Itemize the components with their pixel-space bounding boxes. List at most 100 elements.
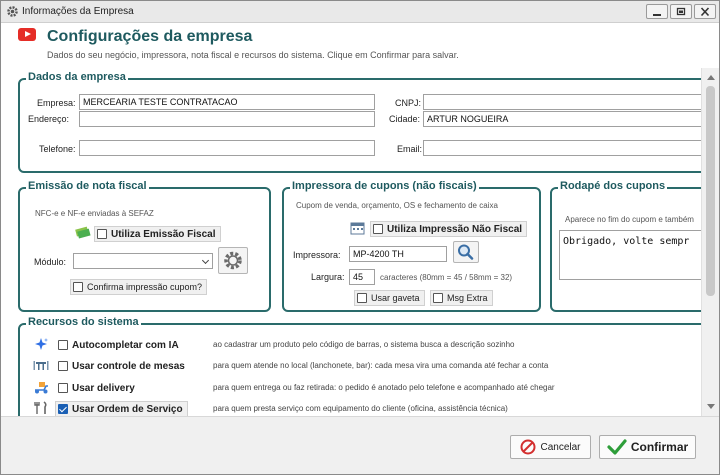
maximize-icon: [676, 7, 686, 16]
feature-checkbox-box[interactable]: [58, 404, 68, 414]
receipt-footer-textarea[interactable]: Obrigado, volte sempr: [559, 230, 719, 280]
feature-row[interactable]: Usar delivery: [55, 380, 140, 396]
confirm-button-label: Confirmar: [630, 440, 689, 454]
video-play-icon[interactable]: [18, 28, 36, 41]
feature-description: ao cadastrar um produto pelo código de b…: [213, 340, 515, 349]
calendar-icon: [350, 222, 365, 235]
minimize-button[interactable]: [646, 4, 668, 19]
company-name-label: Empresa:: [37, 98, 76, 108]
address-field[interactable]: [79, 111, 375, 127]
non-fiscal-print-checkbox-box[interactable]: [373, 224, 383, 234]
non-fiscal-print-checkbox[interactable]: Utiliza Impressão Não Fiscal: [370, 221, 528, 237]
tools-icon: [34, 401, 47, 414]
scroll-thumb[interactable]: [706, 86, 715, 296]
address-label: Endereço:: [28, 114, 70, 124]
feature-checkbox-box[interactable]: [58, 340, 68, 350]
feature-description: para quem atende no local (lanchonete, b…: [213, 361, 549, 370]
receipt-printer-legend: Impressora de cupons (não fiscais): [290, 180, 479, 192]
feature-description: para quem entrega ou faz retirada: o ped…: [213, 383, 555, 392]
module-select[interactable]: [73, 253, 213, 269]
scroll-up-icon[interactable]: [707, 75, 715, 80]
settings-content: Dados da empresa Empresa: MERCEARIA TEST…: [1, 68, 719, 433]
checkmark-icon: [607, 439, 627, 455]
gear-icon: [7, 6, 18, 17]
gear-icon: [224, 251, 242, 270]
cnpj-label: CNPJ:: [395, 98, 422, 108]
city-field[interactable]: ARTUR NOGUEIRA: [423, 111, 713, 127]
width-label: Largura:: [311, 272, 345, 282]
dialog-window: Informações da Empresa Configurações da …: [0, 0, 720, 475]
cash-drawer-checkbox-label: Usar gaveta: [371, 293, 420, 303]
cash-drawer-checkbox[interactable]: Usar gaveta: [354, 290, 425, 306]
width-field[interactable]: 45: [349, 269, 375, 285]
fiscal-emission-checkbox-label: Utiliza Emissão Fiscal: [111, 228, 216, 240]
vertical-scrollbar[interactable]: [701, 68, 719, 416]
extra-message-checkbox-box[interactable]: [433, 293, 443, 303]
feature-label: Autocompletar com IA: [72, 339, 179, 351]
close-button[interactable]: [694, 4, 716, 19]
confirm-print-checkbox[interactable]: Confirma impressão cupom?: [70, 279, 208, 295]
window-title: Informações da Empresa: [22, 6, 134, 17]
company-data-legend: Dados da empresa: [26, 71, 128, 83]
extra-message-checkbox[interactable]: Msg Extra: [430, 290, 493, 306]
scroll-down-icon[interactable]: [707, 404, 715, 409]
receipt-printer-group: Impressora de cupons (não fiscais) Cupom…: [282, 180, 541, 312]
fiscal-emission-checkbox[interactable]: Utiliza Emissão Fiscal: [94, 226, 221, 242]
width-hint: caracteres (80mm = 45 / 58mm = 32): [380, 273, 513, 282]
table-icon: [33, 361, 49, 370]
printer-label: Impressora:: [293, 250, 341, 260]
module-settings-button[interactable]: [218, 247, 248, 274]
search-icon: [458, 244, 474, 260]
system-features-legend: Recursos do sistema: [26, 316, 141, 328]
title-bar[interactable]: Informações da Empresa: [1, 1, 719, 23]
page-title: Configurações da empresa: [47, 28, 253, 45]
maximize-button[interactable]: [670, 4, 692, 19]
city-label: Cidade:: [389, 114, 421, 124]
close-icon: [700, 7, 710, 17]
receipt-footer-hint: Aparece no fim do cupom e também: [565, 215, 694, 224]
feature-row[interactable]: Autocompletar com IA: [55, 337, 184, 353]
cancel-button-label: Cancelar: [540, 441, 581, 453]
email-label: Email:: [397, 144, 423, 154]
feature-label: Usar delivery: [72, 382, 135, 394]
feature-label: Usar controle de mesas: [72, 360, 185, 372]
printer-search-button[interactable]: [453, 241, 479, 263]
company-data-group: Dados da empresa Empresa: MERCEARIA TEST…: [18, 71, 718, 173]
feature-row[interactable]: Usar Ordem de Serviço: [55, 401, 188, 417]
feature-description: para quem presta serviço com equipamento…: [213, 404, 508, 413]
phone-label: Telefone:: [39, 144, 76, 154]
confirm-button[interactable]: Confirmar: [599, 435, 696, 459]
feature-label: Usar Ordem de Serviço: [72, 403, 183, 415]
module-label: Módulo:: [34, 257, 67, 267]
non-fiscal-print-checkbox-label: Utiliza Impressão Não Fiscal: [387, 223, 523, 235]
fiscal-emission-legend: Emissão de nota fiscal: [26, 180, 149, 192]
company-name-field[interactable]: MERCEARIA TESTE CONTRATACAO: [79, 94, 375, 110]
feature-checkbox-box[interactable]: [58, 361, 68, 371]
receipt-footer-legend: Rodapé dos cupons: [558, 180, 668, 192]
printer-field[interactable]: MP-4200 TH: [349, 246, 447, 262]
page-subtitle: Dados do seu negócio, impressora, nota f…: [47, 50, 459, 60]
dialog-footer: Cancelar Confirmar: [1, 416, 719, 474]
page-header: Configurações da empresa Dados do seu ne…: [1, 23, 719, 68]
feature-row[interactable]: Usar controle de mesas: [55, 358, 190, 374]
fiscal-emission-checkbox-box[interactable]: [97, 229, 107, 239]
email-field[interactable]: [423, 140, 713, 156]
receipt-footer-group: Rodapé dos cupons Aparece no fim do cupo…: [550, 180, 719, 312]
phone-field[interactable]: [79, 140, 375, 156]
sparkle-icon: [35, 338, 48, 350]
minimize-icon: [653, 14, 661, 16]
confirm-print-checkbox-box[interactable]: [73, 282, 83, 292]
cancel-icon: [520, 439, 536, 455]
printer-hint: Cupom de venda, orçamento, OS e fechamen…: [296, 201, 498, 210]
confirm-print-checkbox-label: Confirma impressão cupom?: [87, 282, 203, 292]
feature-checkbox-box[interactable]: [58, 383, 68, 393]
cnpj-field[interactable]: [423, 94, 713, 110]
money-icon: [75, 226, 91, 239]
cash-drawer-checkbox-box[interactable]: [357, 293, 367, 303]
extra-message-checkbox-label: Msg Extra: [447, 293, 488, 303]
cancel-button[interactable]: Cancelar: [510, 435, 591, 459]
fiscal-hint: NFC-e e NF-e enviadas à SEFAZ: [35, 209, 154, 218]
delivery-scooter-icon: [35, 382, 48, 394]
fiscal-emission-group: Emissão de nota fiscal NFC-e e NF-e envi…: [18, 180, 271, 312]
chevron-down-icon: [201, 256, 210, 265]
